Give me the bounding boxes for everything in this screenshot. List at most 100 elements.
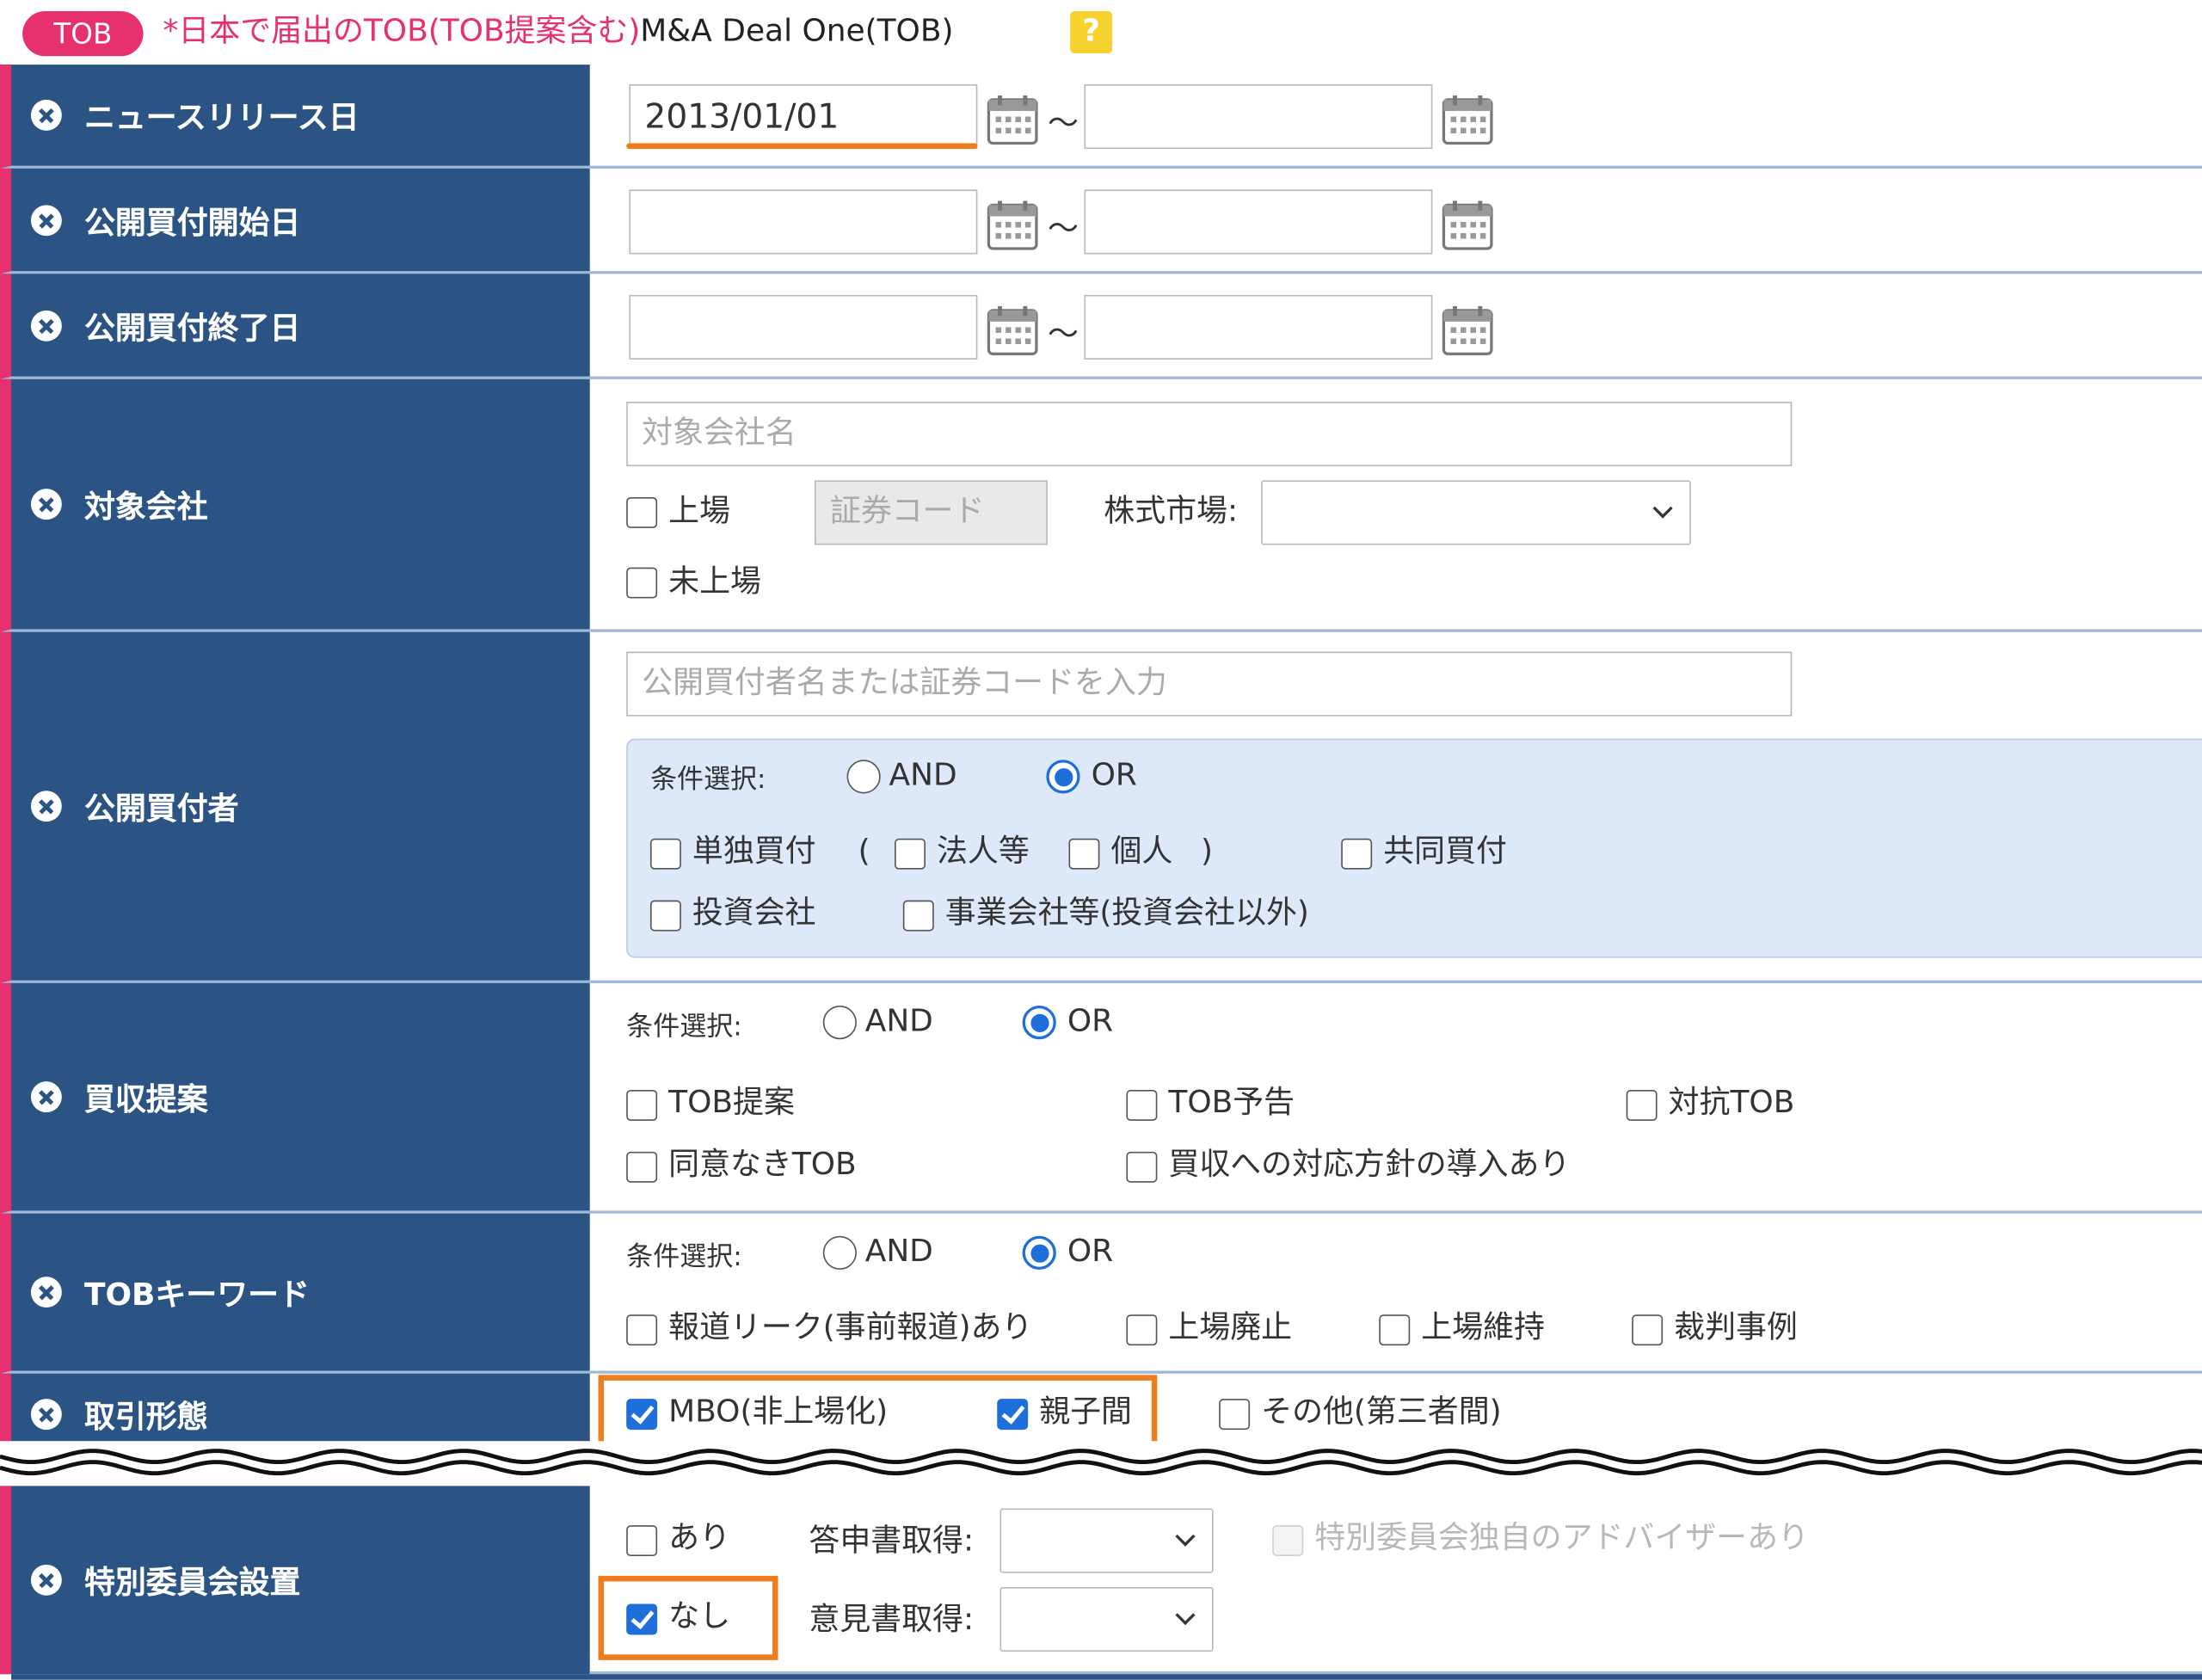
report-label: 答申書取得: xyxy=(809,1523,975,1560)
target-name-input[interactable]: 対象会社名 xyxy=(626,401,1793,467)
and-radio[interactable] xyxy=(822,1235,857,1270)
individual-checkbox[interactable] xyxy=(1068,838,1100,870)
clear-icon[interactable] xyxy=(30,204,62,236)
defense-policy-checkbox[interactable] xyxy=(1126,1151,1158,1183)
label-text: TOBキーワード xyxy=(83,1277,310,1314)
range-tilde: ～ xyxy=(1047,212,1079,248)
row-label: 公開買付者 xyxy=(0,631,590,983)
row-label: 対象会社 xyxy=(0,378,590,632)
label-text: 公開買付開始日 xyxy=(83,206,301,242)
committee-yes-checkbox[interactable] xyxy=(626,1525,658,1557)
single-buyer-label: 単独買付 xyxy=(692,834,816,870)
note-text: *日本で届出のTOB(TOB提案含む) xyxy=(163,14,641,50)
and-label: AND xyxy=(864,1234,933,1270)
tob-end-from-input[interactable] xyxy=(629,294,978,360)
row-tob-end-date: 公開買付終了日 ～ xyxy=(0,274,2202,379)
and-radio[interactable] xyxy=(846,760,881,794)
counter-tob-checkbox[interactable] xyxy=(1626,1089,1658,1121)
corporation-checkbox[interactable] xyxy=(895,838,926,870)
tob-start-from-input[interactable] xyxy=(629,189,978,255)
bidder-name-input[interactable]: 公開買付者名または証券コードを入力 xyxy=(626,651,1793,717)
tob-notice-checkbox[interactable] xyxy=(1126,1089,1158,1121)
own-advisor-checkbox[interactable] xyxy=(1272,1525,1304,1557)
market-label: 株式市場: xyxy=(1104,494,1239,530)
corporation-label: 法人等 xyxy=(937,834,1030,870)
opinion-select[interactable] xyxy=(1000,1586,1214,1652)
open-paren: ( xyxy=(858,834,870,870)
bottom-edge xyxy=(11,1674,2202,1680)
row-acquisition-proposal: 買収提案 条件選択: AND OR TOB提案 TOB予告 対抗TOB 同意なき… xyxy=(0,982,2202,1214)
market-select[interactable] xyxy=(1261,480,1691,545)
row-content: 2013/01/01 ～ xyxy=(589,65,2202,169)
investment-company-label: 投資会社 xyxy=(692,895,816,932)
section-note: *日本で届出のTOB(TOB提案含む)M&A Deal One(TOB) xyxy=(163,11,953,53)
calendar-icon[interactable] xyxy=(986,93,1039,146)
clear-icon[interactable] xyxy=(30,489,62,520)
delisting-checkbox[interactable] xyxy=(1126,1314,1158,1346)
defense-policy-label: 買収への対応方針の導入あり xyxy=(1168,1147,1571,1183)
row-special-committee: 特別委員会設置 あり 答申書取得: 特別委員会独自のアドバイザーあり なし 意見… xyxy=(0,1486,2202,1675)
tob-badge: TOB xyxy=(22,11,144,57)
or-radio[interactable] xyxy=(1022,1235,1056,1270)
and-label: AND xyxy=(864,1004,933,1040)
and-radio[interactable] xyxy=(822,1006,857,1040)
investment-company-checkbox[interactable] xyxy=(649,900,681,932)
other-third-party-checkbox[interactable] xyxy=(1219,1399,1251,1431)
clear-icon[interactable] xyxy=(30,791,62,822)
tob-proposal-label: TOB提案 xyxy=(668,1086,795,1121)
maintain-listing-label: 上場維持 xyxy=(1421,1310,1545,1346)
listed-checkbox[interactable] xyxy=(626,496,658,528)
calendar-icon[interactable] xyxy=(986,304,1039,357)
clear-icon[interactable] xyxy=(30,310,62,341)
court-case-checkbox[interactable] xyxy=(1632,1314,1664,1346)
highlight-box xyxy=(598,1575,778,1660)
single-buyer-checkbox[interactable] xyxy=(649,838,681,870)
help-icon[interactable]: ? xyxy=(1070,11,1113,54)
row-tob-keyword: TOBキーワード 条件選択: AND OR 報道リーク(事前報道)あり 上場廃止… xyxy=(0,1213,2202,1374)
condition-label: 条件選択: xyxy=(649,764,766,796)
clear-icon[interactable] xyxy=(30,1399,62,1431)
joint-buyer-checkbox[interactable] xyxy=(1341,838,1373,870)
row-content: ～ xyxy=(589,169,2202,274)
unlisted-checkbox[interactable] xyxy=(626,567,658,599)
clear-icon[interactable] xyxy=(30,1564,62,1596)
tob-proposal-checkbox[interactable] xyxy=(626,1089,658,1121)
hostile-tob-checkbox[interactable] xyxy=(626,1151,658,1183)
calendar-icon[interactable] xyxy=(1441,93,1494,146)
bidder-options-panel: 条件選択: AND OR 単独買付 ( 法人等 個人 ) 共同買付 投資会社 事… xyxy=(626,738,2202,958)
label-text: 公開買付終了日 xyxy=(83,311,301,347)
committee-yes-label: あり xyxy=(668,1521,731,1557)
row-content: あり 答申書取得: 特別委員会独自のアドバイザーあり なし 意見書取得: xyxy=(589,1486,2202,1675)
label-text: 取引形態 xyxy=(83,1400,208,1436)
calendar-icon[interactable] xyxy=(1441,198,1494,251)
row-label: 公開買付終了日 xyxy=(0,274,590,379)
securities-code-input[interactable]: 証券コード xyxy=(814,480,1048,545)
row-content: 公開買付者名または証券コードを入力 条件選択: AND OR 単独買付 ( 法人… xyxy=(589,632,2202,983)
row-content: 条件選択: AND OR 報道リーク(事前報道)あり 上場廃止 上場維持 裁判事… xyxy=(589,1214,2202,1374)
counter-tob-label: 対抗TOB xyxy=(1668,1086,1795,1121)
news-release-to-input[interactable] xyxy=(1084,83,1433,150)
court-case-label: 裁判事例 xyxy=(1674,1310,1798,1346)
row-content: 条件選択: AND OR TOB提案 TOB予告 対抗TOB 同意なきTOB 買… xyxy=(589,983,2202,1214)
tob-start-to-input[interactable] xyxy=(1084,189,1433,255)
maintain-listing-checkbox[interactable] xyxy=(1379,1314,1411,1346)
calendar-icon[interactable] xyxy=(1441,304,1494,357)
range-tilde: ～ xyxy=(1047,107,1079,142)
own-advisor-label: 特別委員会独自のアドバイザーあり xyxy=(1314,1521,1809,1557)
or-radio[interactable] xyxy=(1022,1006,1056,1040)
clear-icon[interactable] xyxy=(30,1081,62,1113)
tob-end-to-input[interactable] xyxy=(1084,294,1433,360)
close-paren: ) xyxy=(1200,834,1213,870)
unlisted-label: 未上場 xyxy=(668,564,761,600)
row-label: TOBキーワード xyxy=(0,1213,590,1374)
leak-checkbox[interactable] xyxy=(626,1314,658,1346)
calendar-icon[interactable] xyxy=(986,198,1039,251)
delisting-label: 上場廃止 xyxy=(1168,1310,1293,1346)
report-select[interactable] xyxy=(1000,1508,1214,1573)
business-company-checkbox[interactable] xyxy=(902,900,934,932)
news-release-from-input[interactable]: 2013/01/01 xyxy=(629,83,978,150)
clear-icon[interactable] xyxy=(30,99,62,131)
or-radio[interactable] xyxy=(1046,760,1080,794)
clear-icon[interactable] xyxy=(30,1277,62,1308)
label-text: 公開買付者 xyxy=(83,791,239,828)
